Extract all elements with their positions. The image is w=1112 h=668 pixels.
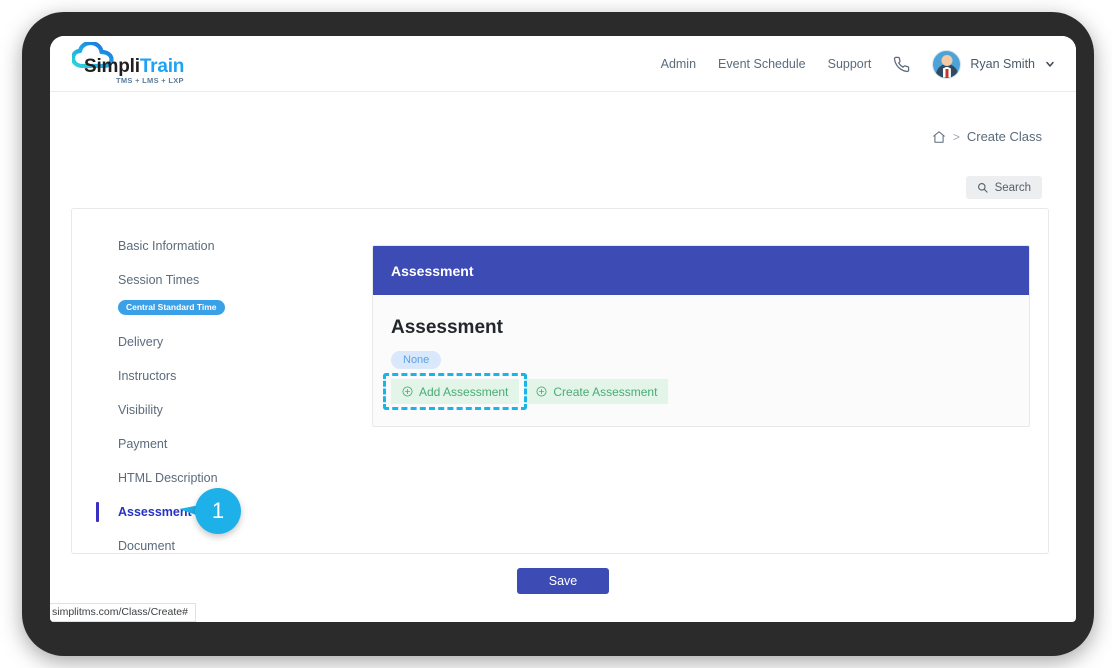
sidebar-item-label: Delivery: [118, 335, 164, 349]
create-assessment-button[interactable]: Create Assessment: [525, 379, 669, 404]
user-menu[interactable]: Ryan Smith: [932, 49, 1056, 79]
save-button[interactable]: Save: [517, 568, 609, 594]
sidebar-item-label: Payment: [118, 437, 168, 451]
avatar-head: [941, 54, 953, 66]
search-icon: [977, 183, 988, 193]
sidebar-item-visibility[interactable]: Visibility: [72, 393, 344, 427]
sidebar-session-times-sub: Central Standard Time: [72, 297, 344, 325]
nav-link-event-schedule[interactable]: Event Schedule: [718, 57, 806, 71]
timezone-badge: Central Standard Time: [118, 299, 225, 315]
browser-status-bar: simplitms.com/Class/Create#: [50, 603, 196, 622]
add-assessment-button[interactable]: Add Assessment: [391, 379, 520, 404]
sidebar-item-basic-information[interactable]: Basic Information: [72, 229, 344, 263]
brand-tagline: TMS + LMS + LXP: [116, 76, 184, 85]
sidebar-item-label: Assessment: [118, 505, 192, 519]
sidebar-item-label: Instructors: [118, 369, 177, 383]
user-name-label: Ryan Smith: [970, 57, 1035, 71]
sidebar-item-session-times[interactable]: Session Times: [72, 263, 344, 297]
search-label: Search: [994, 181, 1031, 194]
sidebar-item-payment[interactable]: Payment: [72, 427, 344, 461]
assessment-heading: Assessment: [391, 317, 503, 338]
section-nav-sidebar: Basic Information Session Times Central …: [72, 209, 344, 563]
brand-simpli-text: Simpli: [84, 56, 140, 77]
sidebar-item-label: HTML Description: [118, 471, 218, 485]
phone-icon[interactable]: [893, 56, 910, 73]
search-button[interactable]: Search: [965, 176, 1042, 199]
plus-circle-icon: [536, 386, 547, 397]
top-navbar: SimpliTrain TMS + LMS + LXP Admin Event …: [50, 36, 1076, 92]
brand-logo[interactable]: SimpliTrain TMS + LMS + LXP: [72, 40, 202, 90]
create-class-card: Basic Information Session Times Central …: [71, 208, 1049, 554]
breadcrumb-separator: >: [952, 129, 960, 144]
assessment-status-badge: None: [391, 351, 442, 369]
nav-link-support[interactable]: Support: [828, 57, 872, 71]
assessment-panel-header: Assessment: [373, 246, 1029, 295]
navbar-right-group: Admin Event Schedule Support Ryan Smith: [661, 36, 1056, 92]
chevron-down-icon[interactable]: [1044, 58, 1056, 70]
assessment-action-row: Add Assessment Create Assessment: [383, 373, 1011, 410]
brand-train-text: Train: [139, 56, 185, 77]
sidebar-item-delivery[interactable]: Delivery: [72, 325, 344, 359]
brand-wordmark: SimpliTrain: [84, 56, 184, 78]
create-assessment-label: Create Assessment: [553, 384, 658, 399]
assessment-panel-body: Assessment None Add Assessment Create As…: [373, 295, 1029, 426]
nav-link-admin[interactable]: Admin: [661, 57, 696, 71]
sidebar-item-document[interactable]: Document: [72, 529, 344, 563]
breadcrumb: > Create Class: [932, 129, 1042, 144]
assessment-panel-title: Assessment: [391, 262, 474, 279]
avatar-tie: [945, 68, 949, 78]
sidebar-item-label: Session Times: [118, 273, 200, 287]
plus-circle-icon: [402, 386, 413, 397]
sidebar-item-label: Basic Information: [118, 239, 215, 253]
sidebar-item-label: Visibility: [118, 403, 163, 417]
avatar: [932, 49, 962, 79]
browser-viewport: SimpliTrain TMS + LMS + LXP Admin Event …: [50, 36, 1076, 622]
add-assessment-highlight-wrap: Add Assessment: [383, 373, 528, 410]
assessment-panel: Assessment Assessment None Add Assessmen…: [372, 245, 1030, 427]
sidebar-item-html-description[interactable]: HTML Description: [72, 461, 344, 495]
add-assessment-label: Add Assessment: [419, 384, 509, 399]
sidebar-item-label: Document: [118, 539, 175, 553]
device-frame: SimpliTrain TMS + LMS + LXP Admin Event …: [22, 12, 1094, 656]
sidebar-item-instructors[interactable]: Instructors: [72, 359, 344, 393]
breadcrumb-current-page: Create Class: [966, 129, 1042, 144]
home-icon[interactable]: [932, 130, 946, 144]
sidebar-item-assessment[interactable]: Assessment: [72, 495, 344, 529]
